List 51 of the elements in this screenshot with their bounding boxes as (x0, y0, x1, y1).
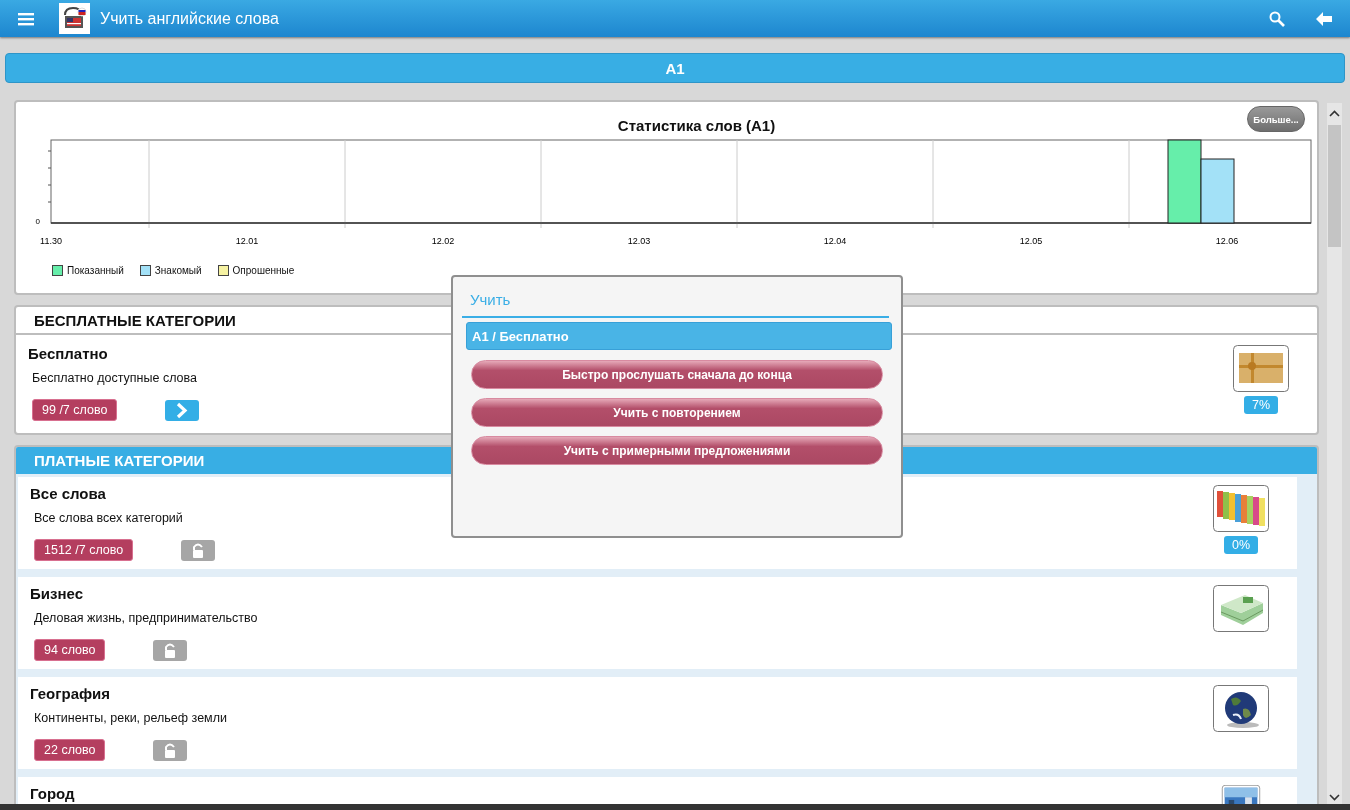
word-count-badge: 94 слово (34, 639, 106, 661)
search-icon[interactable] (1269, 10, 1285, 27)
lock-icon[interactable] (181, 539, 216, 561)
app-title: Учить английские слова (100, 9, 279, 28)
legend-label: Показанный (67, 265, 124, 276)
section-heading: БЕСПЛАТНЫЕ КАТЕГОРИИ (34, 311, 236, 329)
learn-mode-button[interactable]: Учить с примерными предложениями (471, 436, 883, 465)
chart-title: Статистика слов (A1) (617, 117, 776, 134)
category-name: Бизнес (30, 585, 84, 602)
category-name: Все слова (30, 485, 107, 502)
word-count-badge: 22 слово (34, 739, 106, 761)
progress-badge: 0% (1223, 536, 1259, 554)
legend-label: Опрошенные (232, 265, 295, 276)
axis-label: 0 (35, 217, 40, 226)
word-count-badge: 1512 /7 слово (34, 539, 134, 561)
app-logo-icon (59, 3, 90, 34)
axis-label: 12.01 (235, 236, 259, 246)
back-arrow-icon[interactable] (1315, 10, 1333, 27)
learn-mode-button[interactable]: Быстро прослушать сначала до конца (471, 360, 883, 389)
category-item[interactable]: Бизнес Деловая жизнь, предпринимательство 94 слово (18, 577, 1297, 669)
category-description: Деловая жизнь, предпринимательство (34, 611, 258, 625)
level-label: A1 (665, 59, 685, 77)
axis-label: 12.03 (627, 236, 651, 246)
category-item[interactable]: География Континенты, реки, рельеф земли 22 слово (18, 677, 1297, 769)
category-name: Бесплатно (28, 345, 109, 362)
category-name: Город (30, 785, 75, 802)
lock-icon[interactable] (153, 739, 188, 761)
dialog-title: Учить (462, 291, 889, 318)
more-button[interactable]: Больше... (1247, 106, 1305, 132)
category-description: Континенты, реки, рельеф земли (34, 711, 227, 725)
chevron-right-icon[interactable] (165, 399, 200, 421)
section-heading: ПЛАТНЫЕ КАТЕГОРИИ (34, 452, 205, 469)
learn-mode-button[interactable]: Учить с повторением (471, 398, 883, 427)
category-description: Все слова всех категорий (34, 511, 184, 525)
scrollbar[interactable] (1327, 103, 1342, 804)
progress-badge: 7% (1243, 396, 1279, 414)
axis-label: 11.30 (40, 236, 62, 246)
menu-icon[interactable] (18, 11, 34, 26)
axis-label: 12.04 (823, 236, 847, 246)
bar (1200, 158, 1235, 224)
word-count-badge: 99 /7 слово (32, 399, 118, 421)
axis-label: 12.06 (1215, 236, 1239, 246)
dialog-subtitle: A1 / Бесплатно (466, 322, 892, 350)
scroll-thumb[interactable] (1328, 125, 1341, 247)
axis-label: 12.02 (431, 236, 455, 246)
axis-label: 12.05 (1019, 236, 1043, 246)
category-item[interactable]: Город (18, 777, 1297, 804)
category-description: Бесплатно доступные слова (32, 371, 198, 385)
category-name: География (30, 685, 112, 702)
lock-icon[interactable] (153, 639, 188, 661)
legend-label: Знакомый (154, 265, 202, 276)
